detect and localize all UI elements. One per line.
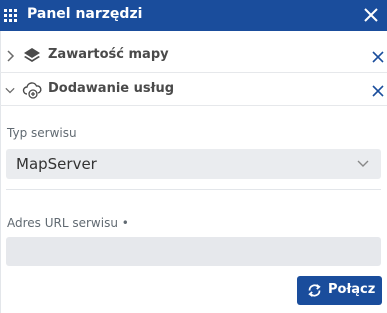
connect-button-label: Połącz [328,282,376,297]
form-divider [6,189,381,190]
section-divider [0,105,387,106]
close-icon[interactable] [363,7,379,23]
section-label-add-services: Dodawanie usług [48,81,175,96]
remove-section-icon[interactable] [371,84,385,98]
toolbox-header: Panel narzędzi [0,0,387,31]
panel-title: Panel narzędzi [27,6,143,22]
refresh-icon [308,284,321,297]
service-type-select[interactable]: MapServer [6,149,381,179]
chevron-down-icon [357,160,369,167]
service-type-value: MapServer [16,155,97,173]
chevron-down-icon[interactable] [5,83,15,97]
layers-icon [24,48,40,62]
section-map-contents[interactable]: Zawartość mapy [0,39,387,73]
service-url-input[interactable] [6,237,381,266]
connect-button[interactable]: Połącz [297,276,382,305]
service-url-label: Adres URL serwisu • [7,216,129,230]
cloud-add-icon [22,82,42,99]
service-type-label: Typ serwisu [7,126,77,140]
grid-icon [4,9,17,22]
section-add-services[interactable]: Dodawanie usług [0,73,387,107]
section-label-map-contents: Zawartość mapy [48,47,169,62]
remove-section-icon[interactable] [371,50,385,64]
chevron-right-icon[interactable] [5,49,15,63]
